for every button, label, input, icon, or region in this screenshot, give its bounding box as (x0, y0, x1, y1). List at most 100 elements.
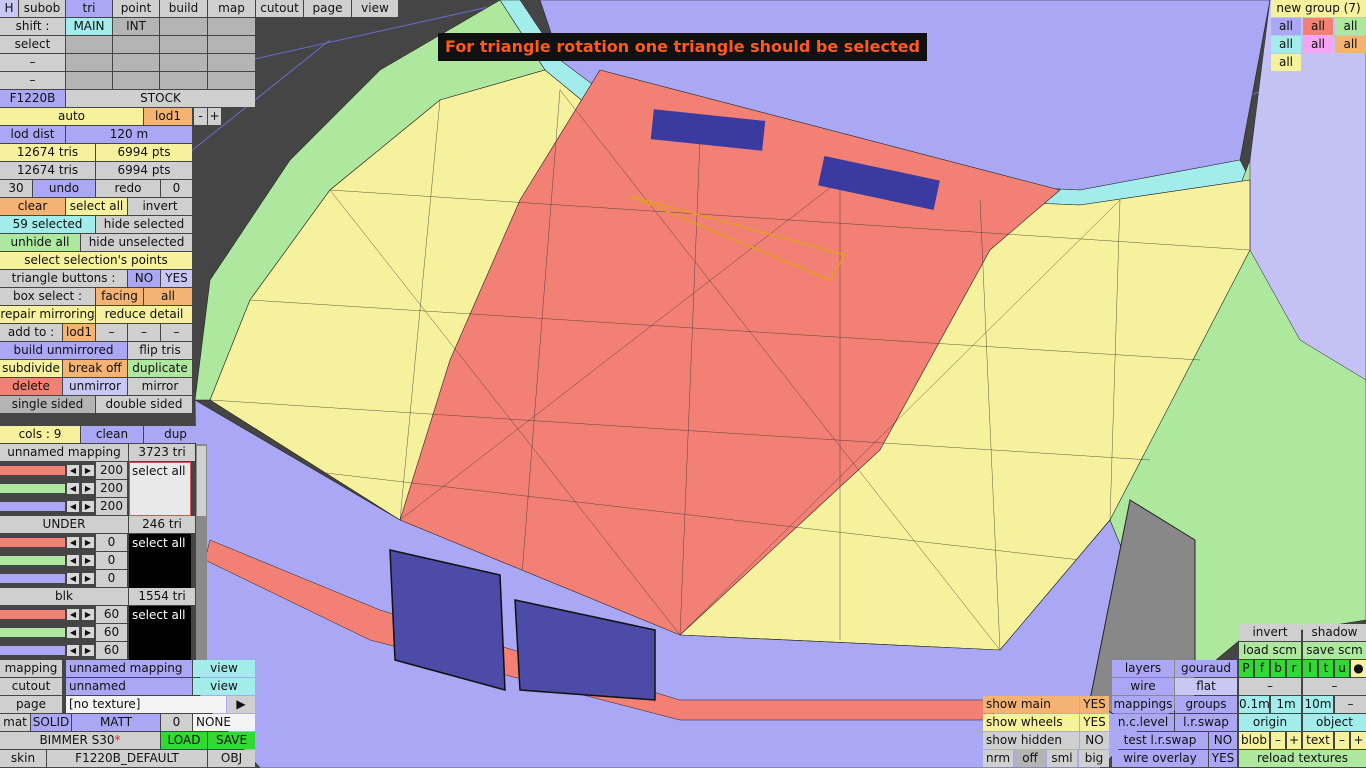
cutout-view-button[interactable]: view (193, 678, 255, 695)
unhide-all-button[interactable]: unhide all (0, 234, 80, 251)
arrow-right-icon[interactable]: ▶ (82, 555, 94, 566)
tab-cutout[interactable]: cutout (256, 0, 303, 17)
view-f-button[interactable]: f (1255, 660, 1269, 677)
object-button[interactable]: object (1303, 714, 1366, 731)
lod-dist-value[interactable]: 120 m (66, 126, 192, 143)
dup-button[interactable]: dup (144, 426, 207, 443)
blue-slider[interactable] (0, 646, 65, 655)
group-all-2[interactable]: all (1303, 18, 1333, 35)
arrow-right-icon[interactable]: ▶ (82, 483, 94, 494)
tab-tri[interactable]: tri (66, 0, 112, 17)
arrow-left-icon[interactable]: ◀ (67, 465, 79, 476)
view-u-button[interactable]: u (1335, 660, 1349, 677)
group-all-5[interactable]: all (1303, 36, 1333, 53)
single-sided-button[interactable]: single sided (0, 396, 95, 413)
blue-slider[interactable] (0, 574, 65, 583)
group-all-3[interactable]: all (1335, 18, 1366, 35)
view-dot-icon[interactable]: ● (1351, 660, 1366, 677)
tab-map[interactable]: map (208, 0, 255, 17)
triangle-buttons-no[interactable]: NO (128, 270, 160, 287)
arrow-right-icon[interactable]: ▶ (82, 573, 94, 584)
group-all-1[interactable]: all (1271, 18, 1301, 35)
dash-slot-1a[interactable] (66, 54, 112, 71)
mapping-value[interactable]: unnamed mapping (66, 660, 192, 677)
text-plus-button[interactable]: + (1351, 732, 1366, 749)
break-off-button[interactable]: break off (63, 360, 127, 377)
repair-mirroring-button[interactable]: repair mirroring (0, 306, 95, 323)
green-slider[interactable] (0, 484, 65, 493)
dash-slot-2c[interactable] (160, 72, 207, 89)
arrow-left-icon[interactable]: ◀ (67, 645, 79, 656)
tab-view[interactable]: view (352, 0, 398, 17)
select-slot-4[interactable] (208, 36, 255, 53)
group-all-7[interactable]: all (1271, 54, 1301, 71)
arrow-right-icon[interactable]: ▶ (82, 537, 94, 548)
shift-slot-3[interactable] (160, 18, 207, 35)
select-all-button[interactable]: select all (66, 198, 127, 215)
arrow-left-icon[interactable]: ◀ (67, 609, 79, 620)
wire-overlay-button[interactable]: wire overlay (1112, 750, 1208, 767)
grid-1m-button[interactable]: 1m (1271, 696, 1301, 713)
subdivide-button[interactable]: subdivide (0, 360, 62, 377)
test-lrswap-button[interactable]: test l.r.swap (1112, 732, 1208, 749)
material-name[interactable]: UNDER (0, 516, 128, 533)
cutout-value[interactable]: unnamed (66, 678, 192, 695)
wire-button[interactable]: wire (1112, 678, 1174, 695)
red-slider[interactable] (0, 610, 65, 619)
load-button[interactable]: LOAD (161, 732, 207, 749)
reduce-detail-button[interactable]: reduce detail (96, 306, 192, 323)
normals-big[interactable]: big (1079, 750, 1109, 767)
shift-int-button[interactable]: INT (113, 18, 159, 35)
view-r-button[interactable]: r (1287, 660, 1301, 677)
load-scm-button[interactable]: load scm (1239, 642, 1301, 659)
project-name[interactable]: BIMMER S30* (0, 732, 160, 749)
hide-unselected-button[interactable]: hide unselected (81, 234, 192, 251)
mappings-button[interactable]: mappings (1112, 696, 1174, 713)
arrow-right-icon[interactable]: ▶ (82, 465, 94, 476)
material-swatch-select-all[interactable]: select all (129, 606, 191, 660)
shadow-button[interactable]: shadow (1303, 624, 1366, 641)
test-lrswap-toggle[interactable]: NO (1209, 732, 1237, 749)
dash-slot-1b[interactable] (113, 54, 159, 71)
dash-slot-2b[interactable] (113, 72, 159, 89)
select-selection-points-button[interactable]: select selection's points (0, 252, 192, 269)
group-all-4[interactable]: all (1271, 36, 1301, 53)
lod-current[interactable]: lod1 (144, 108, 192, 125)
delete-button[interactable]: delete (0, 378, 62, 395)
redo-button[interactable]: redo (96, 180, 160, 197)
model-name[interactable]: F1220B (0, 90, 65, 107)
blue-slider[interactable] (0, 502, 65, 511)
duplicate-button[interactable]: duplicate (128, 360, 192, 377)
hide-selected-button[interactable]: hide selected (96, 216, 192, 233)
unmirror-button[interactable]: unmirror (63, 378, 127, 395)
view-l-button[interactable]: l (1303, 660, 1317, 677)
dash-slot-1c[interactable] (160, 54, 207, 71)
arrow-right-icon[interactable]: ▶ (82, 609, 94, 620)
tab-page[interactable]: page (304, 0, 351, 17)
page-value[interactable]: [no texture] (66, 696, 226, 713)
tab-build[interactable]: build (160, 0, 207, 17)
normals-off[interactable]: off (1015, 750, 1045, 767)
lod-auto-button[interactable]: auto (0, 108, 143, 125)
mapping-view-button[interactable]: view (193, 660, 255, 677)
build-unmirrored-button[interactable]: build unmirrored (0, 342, 127, 359)
add-to-slot-1[interactable]: – (96, 324, 127, 341)
origin-button[interactable]: origin (1239, 714, 1301, 731)
skin-value[interactable]: F1220B_DEFAULT (47, 750, 207, 767)
arrow-right-icon[interactable]: ▶ (82, 627, 94, 638)
blob-minus-button[interactable]: – (1271, 732, 1285, 749)
view-p-button[interactable]: P (1239, 660, 1253, 677)
add-to-slot-2[interactable]: – (128, 324, 160, 341)
gouraud-button[interactable]: gouraud (1175, 660, 1237, 677)
show-wheels-toggle[interactable]: YES (1080, 714, 1109, 731)
arrow-left-icon[interactable]: ◀ (67, 627, 79, 638)
groups-button[interactable]: groups (1175, 696, 1237, 713)
red-slider[interactable] (0, 538, 65, 547)
mat-solid-button[interactable]: SOLID (31, 714, 71, 731)
arrow-right-icon[interactable]: ▶ (82, 645, 94, 656)
box-select-all[interactable]: all (144, 288, 192, 305)
arrow-left-icon[interactable]: ◀ (67, 555, 79, 566)
green-slider[interactable] (0, 628, 65, 637)
flip-tris-button[interactable]: flip tris (128, 342, 192, 359)
new-group-button[interactable]: new group (7) (1271, 0, 1366, 17)
